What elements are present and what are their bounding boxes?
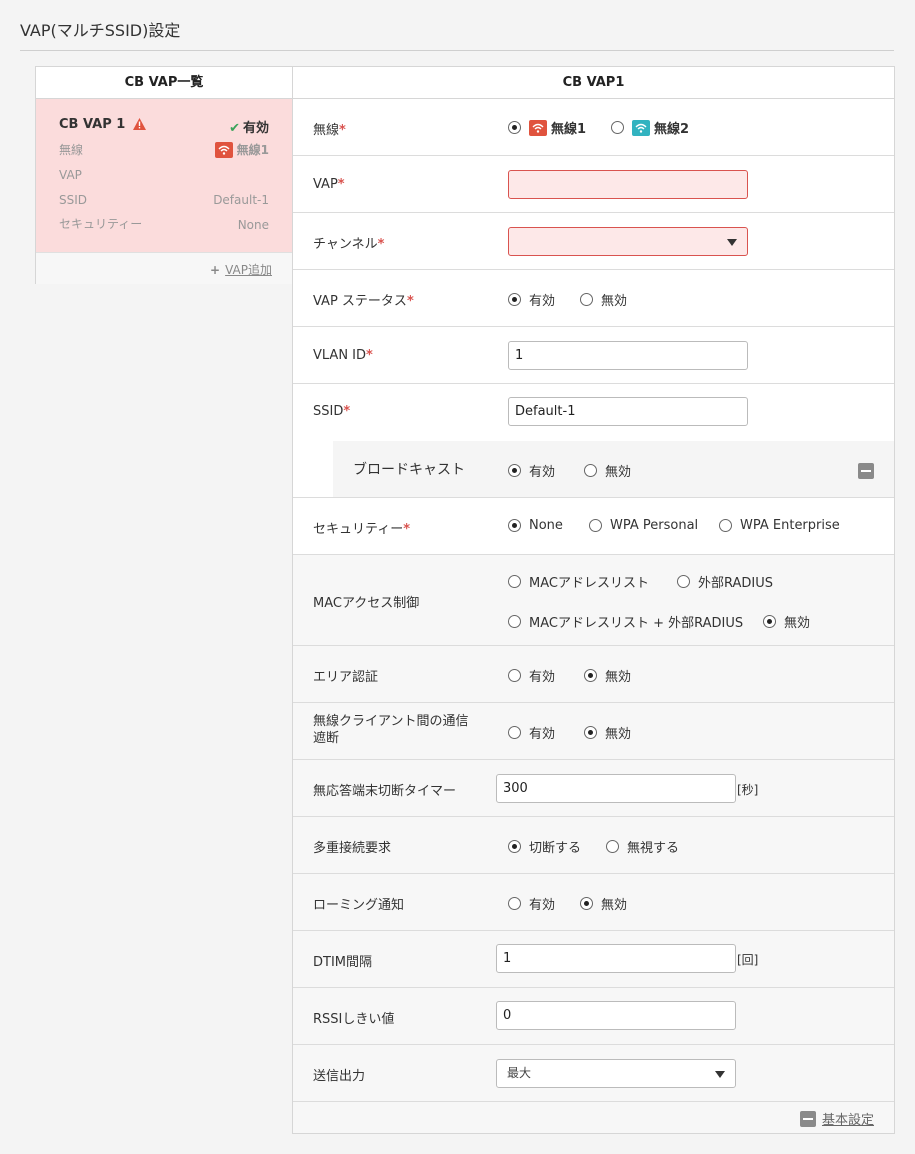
tx-power-select[interactable]: 最大 <box>496 1059 736 1088</box>
radio-broadcast-enabled[interactable]: 有効 <box>508 461 555 480</box>
vap-list-header: CB VAP一覧 <box>36 67 292 99</box>
rssi-input[interactable]: 0 <box>496 1001 736 1030</box>
card-value-ssid: Default-1 <box>213 193 269 207</box>
warning-icon <box>133 118 147 130</box>
row-vap-status: VAP ステータス* 有効 無効 <box>293 270 894 327</box>
label-channel: チャンネル* <box>313 237 385 252</box>
card-label-ssid: SSID <box>59 193 88 207</box>
radio-roaming-disabled[interactable]: 無効 <box>580 894 627 913</box>
card-value-wireless: 無線1 <box>214 141 269 158</box>
ssid-input[interactable]: Default-1 <box>508 397 748 426</box>
row-channel: チャンネル* <box>293 213 894 270</box>
detail-footer: 基本設定 <box>293 1102 894 1133</box>
label-vap: VAP* <box>313 177 345 192</box>
row-ssid: SSID* Default-1 ブロードキャスト 有効 無効 <box>293 384 894 498</box>
idle-timer-input[interactable]: 300 <box>496 774 736 803</box>
vap-card-status: ✔ 有効 <box>229 121 269 136</box>
minus-icon[interactable] <box>858 463 874 479</box>
radio-multi-conn-disconnect[interactable]: 切断する <box>508 837 581 856</box>
title-divider <box>20 50 894 51</box>
radio-isolation-enabled[interactable]: 有効 <box>508 723 555 742</box>
idle-timer-unit: [秒] <box>737 783 759 797</box>
radio-vap-status-enabled[interactable]: 有効 <box>508 290 555 309</box>
vap-input[interactable] <box>508 170 748 199</box>
card-label-security: セキュリティー <box>59 217 143 231</box>
row-vap: VAP* <box>293 156 894 213</box>
radio-broadcast-disabled[interactable]: 無効 <box>584 461 631 480</box>
row-dtim: DTIM間隔 1 [回] <box>293 931 894 988</box>
row-tx-power: 送信出力 最大 <box>293 1045 894 1102</box>
row-wireless: 無線* 無線1 無線2 <box>293 99 894 156</box>
row-mac-access: MACアクセス制御 MACアドレスリスト 外部RADIUS MACアドレスリスト… <box>293 555 894 646</box>
dtim-input[interactable]: 1 <box>496 944 736 973</box>
card-value-security: None <box>237 218 269 232</box>
radio-mac-list-radius[interactable]: MACアドレスリスト + 外部RADIUS <box>508 612 743 631</box>
label-dtim: DTIM間隔 <box>313 955 373 970</box>
channel-select[interactable] <box>508 227 748 256</box>
row-area-auth: エリア認証 有効 無効 <box>293 646 894 703</box>
row-rssi: RSSIしきい値 0 <box>293 988 894 1045</box>
label-mac-access: MACアクセス制御 <box>313 596 420 611</box>
row-client-isolation: 無線クライアント間の通信 遮断 有効 無効 <box>293 703 894 760</box>
page-title: VAP(マルチSSID)設定 <box>20 21 181 40</box>
label-multi-conn: 多重接続要求 <box>313 841 392 856</box>
dropdown-arrow-icon <box>727 239 737 246</box>
radio-multi-conn-ignore[interactable]: 無視する <box>606 837 679 856</box>
radio-vap-status-disabled[interactable]: 無効 <box>580 290 627 309</box>
plus-icon: + <box>210 263 221 277</box>
wifi-icon <box>214 142 233 158</box>
radio-isolation-disabled[interactable]: 無効 <box>584 723 631 742</box>
label-tx-power: 送信出力 <box>313 1069 366 1084</box>
label-vap-status: VAP ステータス* <box>313 294 414 309</box>
label-security: セキュリティー* <box>313 522 411 537</box>
radio-area-auth-disabled[interactable]: 無効 <box>584 666 631 685</box>
broadcast-subrow: ブロードキャスト 有効 無効 <box>333 441 894 497</box>
vap-card-name: CB VAP 1 <box>59 117 126 132</box>
radio-roaming-enabled[interactable]: 有効 <box>508 894 555 913</box>
row-multi-conn: 多重接続要求 切断する 無視する <box>293 817 894 874</box>
vlan-id-input[interactable]: 1 <box>508 341 748 370</box>
row-security: セキュリティー* None WPA Personal WPA Enterpris… <box>293 498 894 555</box>
row-roaming: ローミング通知 有効 無効 <box>293 874 894 931</box>
radio-wireless-2[interactable]: 無線2 <box>611 118 689 137</box>
label-ssid: SSID* <box>313 404 351 419</box>
vap-list-panel: CB VAP一覧 CB VAP 1 ✔ 有効 無線 無線1 VAP SSID De… <box>35 66 293 284</box>
vap-card[interactable]: CB VAP 1 ✔ 有効 無線 無線1 VAP SSID Default-1 セ… <box>36 99 292 252</box>
radio-security-none[interactable]: None <box>508 518 563 533</box>
card-label-wireless: 無線 <box>59 143 84 157</box>
radio-security-wpa-enterprise[interactable]: WPA Enterprise <box>719 518 840 533</box>
card-label-vap: VAP <box>59 168 82 182</box>
label-area-auth: エリア認証 <box>313 670 379 685</box>
vap-add-link[interactable]: + VAP追加 <box>210 261 272 278</box>
wifi-icon <box>529 119 547 136</box>
label-roaming: ローミング通知 <box>313 898 405 913</box>
label-client-isolation: 無線クライアント間の通信 遮断 <box>313 714 469 746</box>
dropdown-arrow-icon <box>715 1071 725 1078</box>
radio-area-auth-enabled[interactable]: 有効 <box>508 666 555 685</box>
label-idle-timer: 無応答端末切断タイマー <box>313 784 457 799</box>
label-rssi: RSSIしきい値 <box>313 1012 395 1027</box>
radio-mac-disabled[interactable]: 無効 <box>763 612 810 631</box>
radio-wireless-1[interactable]: 無線1 <box>508 118 586 137</box>
minus-icon <box>799 1111 816 1127</box>
vap-detail-header: CB VAP1 <box>293 67 894 99</box>
label-vlan-id: VLAN ID* <box>313 348 373 363</box>
dtim-unit: [回] <box>737 953 759 967</box>
basic-settings-link[interactable]: 基本設定 <box>799 1109 874 1128</box>
wifi-icon <box>632 119 650 136</box>
radio-mac-radius[interactable]: 外部RADIUS <box>677 572 773 591</box>
row-idle-timer: 無応答端末切断タイマー 300 [秒] <box>293 760 894 817</box>
row-vlan-id: VLAN ID* 1 <box>293 327 894 384</box>
vap-add-row: + VAP追加 <box>36 252 292 284</box>
vap-detail-panel: CB VAP1 無線* 無線1 無線2 VAP* チャンネル* VAP ステータ… <box>292 66 895 1134</box>
label-wireless: 無線* <box>313 123 346 138</box>
check-icon: ✔ <box>229 121 240 136</box>
radio-mac-list[interactable]: MACアドレスリスト <box>508 572 649 591</box>
label-broadcast: ブロードキャスト <box>353 462 465 478</box>
radio-security-wpa-personal[interactable]: WPA Personal <box>589 518 698 533</box>
